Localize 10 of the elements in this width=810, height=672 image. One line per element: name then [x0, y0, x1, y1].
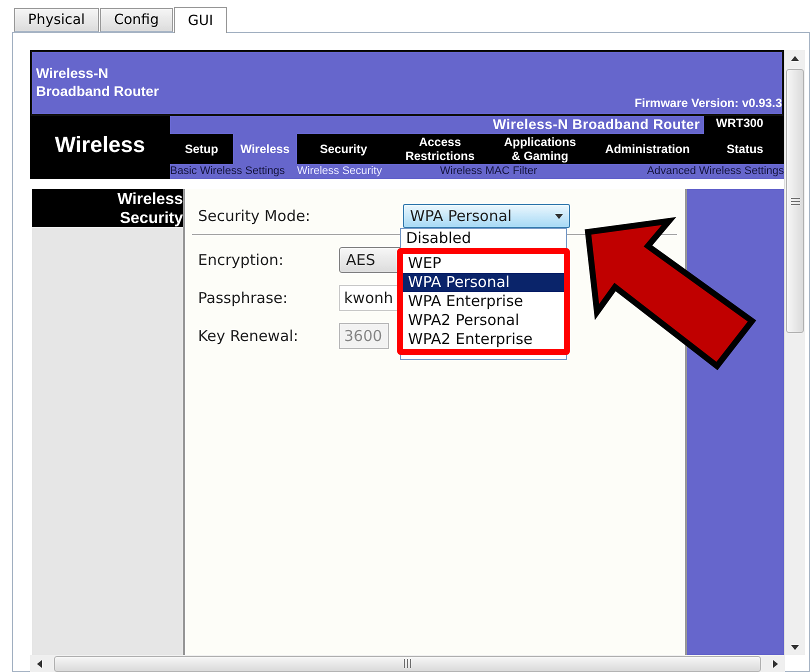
model-name: WRT300	[704, 116, 784, 134]
firmware-version: Firmware Version: v0.93.3	[634, 96, 782, 110]
field-label: Passphrase:	[198, 288, 289, 307]
field-label: Security Mode:	[198, 206, 312, 225]
section-title: Wireless	[30, 116, 170, 179]
brand-name: Wireless-N Broadband Router	[36, 64, 159, 100]
field-label: Key Renewal:	[198, 326, 300, 345]
field-label: Encryption:	[198, 250, 285, 269]
product-title: Wireless-N Broadband Router	[170, 116, 704, 134]
sidebar-heading: Wireless Security	[32, 188, 183, 227]
